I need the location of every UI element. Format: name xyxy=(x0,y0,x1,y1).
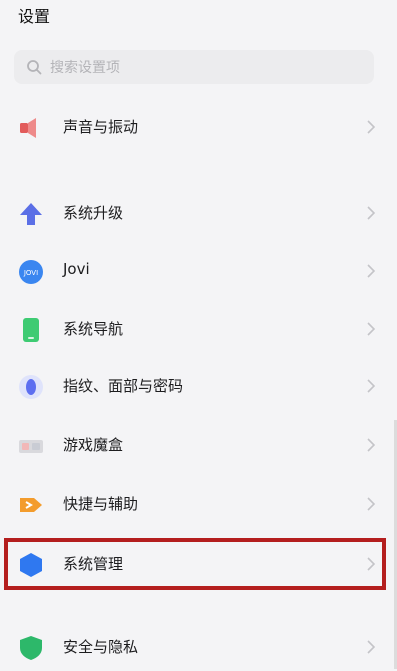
shortcut-icon xyxy=(18,492,44,518)
settings-item-system-navigation[interactable]: 系统导航 xyxy=(0,305,397,353)
settings-item-system-management[interactable]: 系统管理 xyxy=(0,540,397,588)
hexagon-icon xyxy=(18,552,44,578)
settings-item-shortcut-assist[interactable]: 快捷与辅助 xyxy=(0,480,397,528)
settings-item-label: 系统导航 xyxy=(63,320,124,338)
jovi-icon: JOVI xyxy=(18,259,44,285)
settings-item-label: 游戏魔盒 xyxy=(63,436,124,454)
chevron-right-icon xyxy=(367,206,375,220)
chevron-right-icon xyxy=(367,557,375,571)
chevron-right-icon xyxy=(367,497,375,511)
settings-item-label: 系统升级 xyxy=(63,204,124,222)
chevron-right-icon xyxy=(367,120,375,134)
settings-item-fingerprint-face-password[interactable]: 指纹、面部与密码 xyxy=(0,362,397,410)
settings-item-game-box[interactable]: 游戏魔盒 xyxy=(0,421,397,469)
chevron-right-icon xyxy=(367,438,375,452)
fingerprint-icon xyxy=(18,374,44,400)
search-icon xyxy=(27,60,42,75)
chevron-right-icon xyxy=(367,640,375,654)
page-title: 设置 xyxy=(18,7,51,26)
settings-item-security-privacy[interactable]: 安全与隐私 xyxy=(0,623,397,671)
phone-icon xyxy=(18,317,44,343)
settings-item-system-upgrade[interactable]: 系统升级 xyxy=(0,189,397,237)
chevron-right-icon xyxy=(367,322,375,336)
settings-item-label: 声音与振动 xyxy=(63,118,139,136)
speaker-icon xyxy=(18,115,44,141)
search-placeholder: 搜索设置项 xyxy=(50,60,120,76)
game-box-icon xyxy=(18,433,44,459)
chevron-right-icon xyxy=(367,264,375,278)
settings-item-sound[interactable]: 声音与振动 xyxy=(0,103,397,151)
settings-item-jovi[interactable]: JOVI Jovi xyxy=(0,247,397,295)
chevron-right-icon xyxy=(367,379,375,393)
arrow-up-icon xyxy=(18,201,44,227)
shield-icon xyxy=(18,635,44,661)
search-bar[interactable]: 搜索设置项 xyxy=(14,50,374,84)
settings-item-label: 安全与隐私 xyxy=(63,638,139,656)
settings-item-label: 指纹、面部与密码 xyxy=(63,377,184,395)
settings-item-label: 系统管理 xyxy=(63,555,124,573)
settings-item-label: Jovi xyxy=(63,260,90,278)
jovi-badge-text: JOVI xyxy=(23,269,38,277)
settings-item-label: 快捷与辅助 xyxy=(63,495,139,513)
